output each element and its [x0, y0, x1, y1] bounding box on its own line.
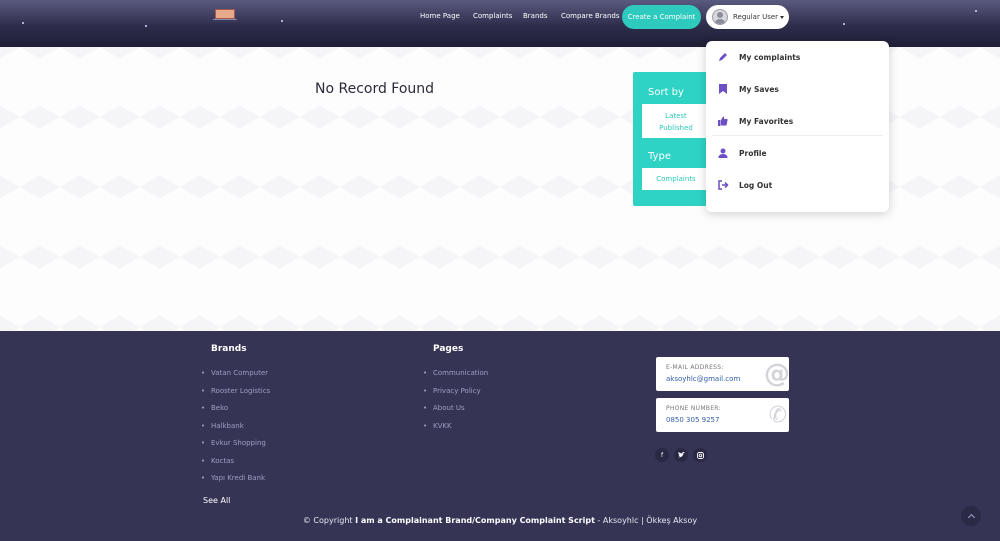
phone-icon: ✆ [768, 403, 787, 428]
copyright-product: I am a Complainant Brand/Company Complai… [355, 516, 595, 525]
menu-item-label: My Saves [739, 84, 779, 94]
user-menu-button[interactable]: Regular User [706, 5, 789, 29]
logout-icon [717, 179, 729, 191]
site-footer: Brands Vatan Computer Rooster Logistics … [0, 331, 1000, 541]
menu-item-label: Profile [739, 148, 767, 158]
nav-compare-brands[interactable]: Compare Brands [561, 12, 619, 20]
brand-link[interactable]: Vatan Computer [201, 369, 268, 377]
star-decoration [281, 20, 283, 22]
brand-link[interactable]: Beko [201, 404, 228, 412]
copyright-suffix: - Aksoyhlc | Ökkeş Aksoy [597, 516, 698, 525]
star-decoration [843, 23, 845, 25]
nav-home[interactable]: Home Page [420, 12, 460, 20]
menu-item-logout[interactable]: Log Out [706, 171, 889, 199]
sort-value-line2: Published [659, 124, 693, 132]
menu-item-profile[interactable]: Profile [706, 139, 889, 167]
sort-value-line1: Latest [665, 112, 687, 120]
copyright-text: © Copyright I am a Complainant Brand/Com… [0, 516, 1000, 525]
email-card: E-MAIL ADDRESS: aksoyhlc@gmail.com @ [656, 357, 789, 391]
see-all-brands-link[interactable]: See All [203, 496, 230, 505]
page-link[interactable]: Communication [423, 369, 488, 377]
phone-value[interactable]: 0850 305 9257 [666, 416, 719, 424]
email-label: E-MAIL ADDRESS: [666, 364, 724, 371]
copyright-prefix: © Copyright [302, 516, 353, 525]
email-value[interactable]: aksoyhlc@gmail.com [666, 375, 740, 383]
page-link[interactable]: About Us [423, 404, 465, 412]
caret-down-icon [780, 15, 785, 19]
star-decoration [22, 22, 24, 24]
at-sign-icon: @ [764, 359, 789, 389]
empty-state-message: No Record Found [315, 81, 435, 97]
menu-item-my-favorites[interactable]: My Favorites [706, 107, 889, 135]
pages-heading: Pages [433, 344, 464, 354]
star-decoration [145, 25, 147, 27]
thumbs-up-icon [717, 115, 729, 127]
user-icon [717, 147, 729, 159]
sort-select[interactable]: Latest Published [642, 104, 710, 138]
site-header: Home Page Complaints Brands Compare Bran… [0, 0, 1000, 47]
menu-item-label: My complaints [739, 52, 801, 62]
brand-link[interactable]: Rooster Logistics [201, 387, 270, 395]
pencil-icon [717, 51, 729, 63]
star-decoration [975, 10, 977, 12]
avatar-icon [712, 9, 728, 25]
menu-item-label: My Favorites [739, 116, 794, 126]
instagram-icon[interactable] [693, 448, 707, 462]
brands-heading: Brands [211, 344, 247, 354]
twitter-icon[interactable] [674, 448, 688, 462]
menu-item-label: Log Out [739, 180, 773, 190]
menu-divider [712, 135, 883, 136]
menu-item-my-saves[interactable]: My Saves [706, 75, 889, 103]
nav-brands[interactable]: Brands [523, 12, 548, 20]
brand-link[interactable]: Koctas [201, 457, 234, 465]
nav-complaints[interactable]: Complaints [473, 12, 512, 20]
phone-card: PHONE NUMBER: 0850 305 9257 ✆ [656, 398, 789, 432]
bookmark-icon [717, 83, 729, 95]
brand-link[interactable]: Evkur Shopping [201, 439, 266, 447]
site-logo[interactable] [213, 7, 237, 23]
create-complaint-button[interactable]: Create a Complaint [622, 5, 701, 29]
brand-link[interactable]: Halkbank [201, 422, 244, 430]
sort-by-title: Sort by [648, 87, 684, 98]
type-select[interactable]: Complaints [642, 168, 710, 190]
facebook-icon[interactable]: f [655, 448, 669, 462]
page-link[interactable]: Privacy Policy [423, 387, 481, 395]
phone-label: PHONE NUMBER: [666, 405, 721, 412]
chevron-up-icon [967, 513, 975, 522]
page-link[interactable]: KVKK [423, 422, 451, 430]
user-name: Regular User [733, 13, 779, 21]
menu-item-my-complaints[interactable]: My complaints [706, 43, 889, 71]
scroll-to-top-button[interactable] [961, 506, 981, 526]
user-dropdown-menu: My complaints My Saves My Favorites Prof… [706, 41, 889, 212]
brand-link[interactable]: Yapı Kredi Bank [201, 474, 265, 482]
type-title: Type [648, 151, 671, 162]
